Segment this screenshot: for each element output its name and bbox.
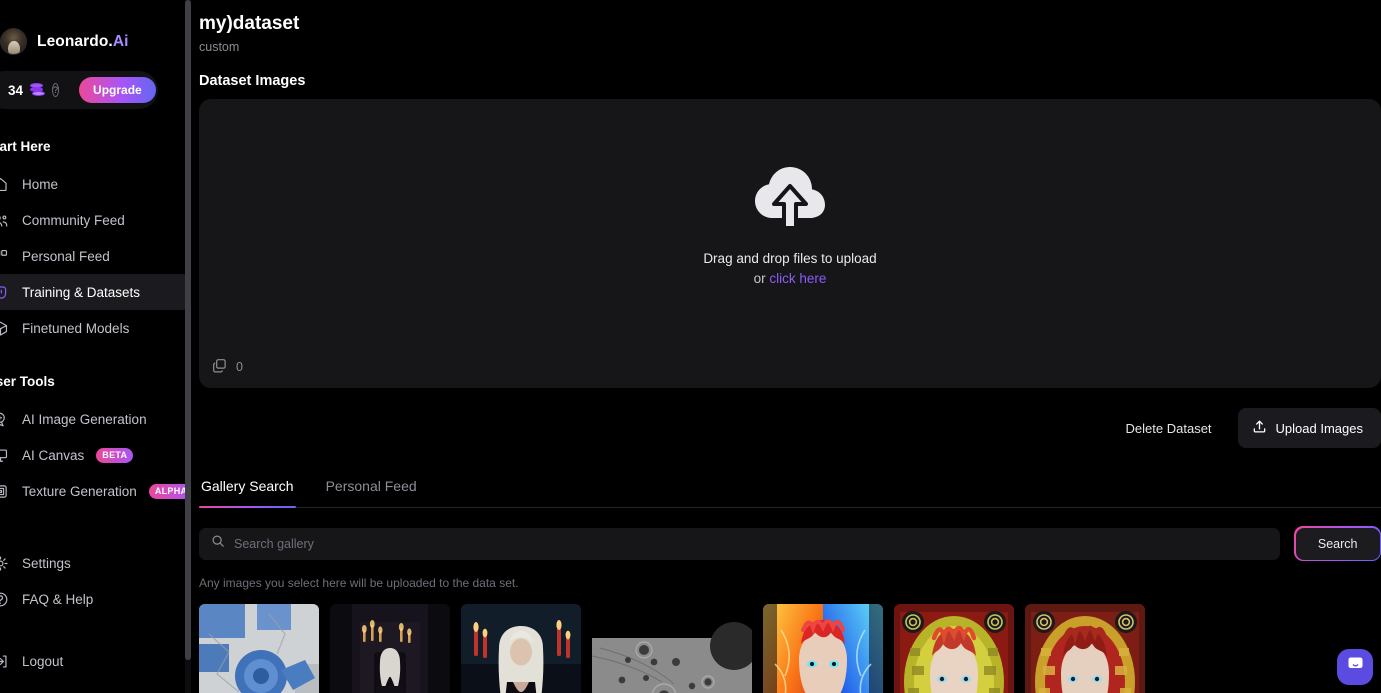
gallery-results: [199, 604, 1381, 693]
sidebar-item-label: Personal Feed: [22, 248, 110, 264]
search-icon: [211, 534, 225, 553]
dataset-actions: Delete Dataset Upload Images: [199, 408, 1381, 448]
image-count: 0: [212, 358, 243, 376]
sidebar: Leonardo.Ai 34 ? Upgrade Start Here Home C…: [0, 0, 191, 693]
gear-icon: [0, 553, 10, 573]
search-row: Search: [199, 526, 1381, 561]
sidebar-item-logout[interactable]: Logout: [0, 643, 191, 679]
dropzone-primary-text: Drag and drop files to upload: [703, 250, 877, 266]
page-title: my)dataset: [199, 13, 300, 34]
main-content: my)dataset custom Dataset Images Drag an…: [191, 0, 1381, 693]
sidebar-item-personal-feed[interactable]: Personal Feed: [0, 238, 191, 274]
tab-gallery-search[interactable]: Gallery Search: [199, 478, 296, 508]
credit-amount: 34: [8, 82, 24, 98]
gallery-tabs: Gallery Search Personal Feed: [199, 478, 1381, 508]
stack-icon: [212, 358, 227, 376]
sidebar-item-label: Training & Datasets: [22, 284, 141, 300]
chat-bubble-icon: [1345, 654, 1366, 680]
sidebar-item-ai-canvas[interactable]: AI Canvas BETA: [0, 437, 191, 473]
sidebar-item-label: Home: [22, 176, 59, 192]
upgrade-button[interactable]: Upgrade: [79, 77, 156, 103]
dropzone-or-text: or: [753, 270, 770, 286]
dataset-images-title: Dataset Images: [199, 73, 306, 89]
avatar: [0, 28, 27, 55]
gallery-thumb-psychedelic-portrait-red[interactable]: [1025, 604, 1145, 693]
upload-images-button[interactable]: Upload Images: [1237, 408, 1381, 448]
gallery-thumb-fire-ice-portrait[interactable]: [763, 604, 883, 693]
upload-icon: [1252, 419, 1267, 437]
credits-bar: 34 ? Upgrade: [0, 71, 158, 109]
page-subtitle: custom: [199, 40, 240, 54]
ai-image-generation-icon: [0, 409, 10, 429]
sidebar-item-badge: BETA: [96, 447, 134, 463]
finetuned-models-icon: [0, 318, 10, 338]
brand-logo[interactable]: Leonardo.Ai: [0, 0, 191, 55]
texture-generation-icon: [0, 481, 10, 501]
click-here-link[interactable]: click here: [769, 271, 826, 286]
brand-name: Leonardo.Ai: [37, 33, 129, 51]
gallery-thumb-psychedelic-portrait-yellow[interactable]: [894, 604, 1014, 693]
upload-dropzone[interactable]: Drag and drop files to upload or click h…: [199, 99, 1381, 388]
sidebar-section-heading: User Tools: [0, 374, 55, 389]
sidebar-item-training-and-datasets[interactable]: Training & Datasets: [0, 274, 191, 310]
sidebar-item-label: AI Canvas: [22, 447, 85, 463]
help-circle-icon[interactable]: ?: [52, 83, 60, 97]
logout-icon: [0, 651, 10, 671]
sidebar-item-ai-image-generation[interactable]: AI Image Generation: [0, 401, 191, 437]
sidebar-item-label: Texture Generation: [22, 483, 137, 499]
brand-name-text: Leonardo.: [37, 32, 113, 50]
selection-hint: Any images you select here will be uploa…: [199, 576, 519, 590]
home-icon: [0, 174, 10, 194]
dropzone-secondary-text: or click here: [703, 271, 876, 286]
sidebar-item-settings[interactable]: Settings: [0, 545, 191, 581]
gallery-thumb-blue-roses-cracked-wall[interactable]: [199, 604, 319, 693]
gallery-thumb-gothic-queen-throne[interactable]: [330, 604, 450, 693]
sidebar-nav: Start Here Home Community Feed Personal Fee…: [0, 139, 191, 679]
app-root: Leonardo.Ai 34 ? Upgrade Start Here Home C…: [0, 0, 1381, 693]
cloud-upload-icon: [703, 160, 876, 237]
sidebar-item-community-feed[interactable]: Community Feed: [0, 202, 191, 238]
sidebar-item-label: Community Feed: [22, 212, 125, 228]
search-button[interactable]: Search: [1295, 527, 1380, 560]
sidebar-item-texture-generation[interactable]: Texture Generation ALPHA: [0, 473, 191, 509]
sidebar-item-label: FAQ & Help: [22, 591, 94, 607]
image-count-value: 0: [236, 360, 243, 374]
search-box[interactable]: [199, 527, 1281, 560]
upload-images-label: Upload Images: [1275, 420, 1363, 436]
sidebar-item-label: Logout: [22, 653, 64, 669]
dropzone-inner: Drag and drop files to upload or click h…: [703, 160, 877, 286]
help-circle-icon: [0, 589, 10, 609]
sidebar-item-finetuned-models[interactable]: Finetuned Models: [0, 310, 191, 346]
tab-personal-feed[interactable]: Personal Feed: [324, 478, 419, 507]
personal-feed-icon: [0, 246, 10, 266]
delete-dataset-button[interactable]: Delete Dataset: [1110, 410, 1228, 447]
sidebar-item-label: Settings: [22, 555, 71, 571]
sidebar-item-faq-and-help[interactable]: FAQ & Help: [0, 581, 191, 617]
search-button-wrapper: Search: [1294, 526, 1381, 561]
sidebar-section-user-tools: User Tools AI Image Generation AI Canvas BE…: [0, 374, 191, 509]
ai-canvas-icon: [0, 445, 10, 465]
sidebar-section-footer: Settings FAQ & Help Logout: [0, 545, 191, 679]
sidebar-section-start-here: Start Here Home Community Feed Personal Fee…: [0, 139, 191, 346]
coin-stack-icon: [30, 83, 46, 97]
brand-name-suffix: Ai: [112, 32, 129, 50]
gallery-thumb-white-haired-woman-candles[interactable]: [461, 604, 581, 693]
gallery-thumb-lunar-crater-surface[interactable]: [592, 604, 752, 693]
chat-widget-button[interactable]: [1337, 649, 1373, 685]
search-input[interactable]: [234, 536, 1269, 551]
sidebar-section-heading: Start Here: [0, 139, 51, 154]
training-datasets-icon: [0, 282, 10, 302]
community-feed-icon: [0, 210, 10, 230]
sidebar-item-label: AI Image Generation: [22, 411, 147, 427]
sidebar-item-label: Finetuned Models: [22, 320, 130, 336]
sidebar-item-home[interactable]: Home: [0, 166, 191, 202]
